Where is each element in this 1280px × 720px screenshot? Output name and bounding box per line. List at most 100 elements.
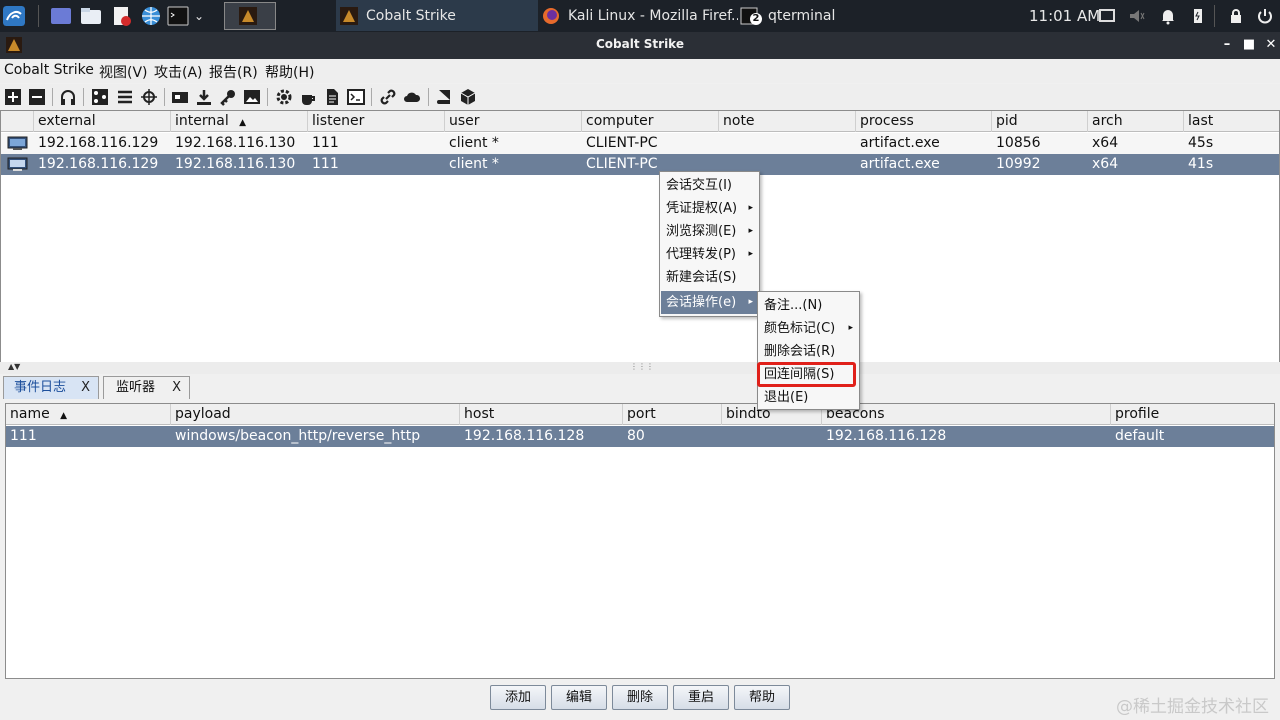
text-editor-launcher[interactable] <box>110 0 132 32</box>
menu-item-label: 凭证提权(A) <box>666 201 738 216</box>
volume-muted-icon[interactable] <box>1128 7 1146 25</box>
kali-menu-button[interactable] <box>3 0 25 32</box>
cell-internal: 192.168.116.130 <box>175 135 296 151</box>
cell-external: 192.168.116.129 <box>38 156 159 172</box>
collapse-arrows-icon[interactable]: ▲▼ <box>8 362 20 371</box>
task-cobalt-strike[interactable]: Cobalt Strike <box>336 0 538 31</box>
menu-item-explore[interactable]: 浏览探测(E) ▸ <box>661 220 758 243</box>
column-external[interactable]: external <box>34 111 171 132</box>
column-user[interactable]: user <box>445 111 582 132</box>
menu-item-remove-session[interactable]: 删除会话(R) <box>759 340 858 363</box>
add-button[interactable]: 添加 <box>490 685 546 710</box>
battery-icon[interactable] <box>1189 7 1207 25</box>
about-cube-icon[interactable] <box>459 88 477 106</box>
cell-profile: default <box>1115 428 1165 444</box>
column-arch[interactable]: arch <box>1088 111 1184 132</box>
file-manager-launcher[interactable] <box>80 0 102 32</box>
column-name[interactable]: name ▲ <box>6 404 171 425</box>
close-button[interactable]: ✕ <box>1262 36 1280 54</box>
column-note[interactable]: note <box>719 111 856 132</box>
menu-item-access[interactable]: 凭证提权(A) ▸ <box>661 197 758 220</box>
session-context-menu: 会话交互(I) 凭证提权(A) ▸ 浏览探测(E) ▸ 代理转发(P) ▸ 新建会话(… <box>659 171 760 317</box>
terminal-launcher[interactable] <box>167 0 189 32</box>
tab-listeners[interactable]: 监听器 X <box>103 376 190 399</box>
minimize-button[interactable]: – <box>1218 36 1236 54</box>
browser-launcher[interactable] <box>140 0 162 32</box>
restart-button[interactable]: 重启 <box>673 685 729 710</box>
listeners-header: name ▲ payload host port bindto beacons … <box>6 404 1274 425</box>
column-computer[interactable]: computer <box>582 111 719 132</box>
display-icon[interactable] <box>1098 7 1116 25</box>
notification-bell-icon[interactable] <box>1159 7 1177 25</box>
menu-item-color[interactable]: 颜色标记(C) ▸ <box>759 317 858 340</box>
workspace-button[interactable] <box>224 2 276 30</box>
help-book-icon[interactable] <box>435 88 453 106</box>
column-listener[interactable]: listener <box>308 111 445 132</box>
column-host[interactable]: host <box>460 404 623 425</box>
disconnect-icon[interactable] <box>28 88 46 106</box>
cloud-icon[interactable] <box>403 88 421 106</box>
menu-item-note[interactable]: 备注...(N) <box>759 294 858 317</box>
menu-reporting[interactable]: 报告(R) <box>209 62 258 82</box>
pivot-graph-icon[interactable] <box>91 88 109 106</box>
menu-cobalt-strike[interactable]: Cobalt Strike <box>4 62 94 78</box>
tray-divider <box>1214 5 1215 27</box>
menu-item-interact[interactable]: 会话交互(I) <box>661 174 758 197</box>
tab-close-icon[interactable]: X <box>172 377 181 398</box>
payload-generator-gear-icon[interactable] <box>275 88 293 106</box>
sessions-header: external internal ▲ listener user comput… <box>1 111 1279 132</box>
column-pid[interactable]: pid <box>992 111 1088 132</box>
session-row[interactable]: 192.168.116.129 192.168.116.130 111 clie… <box>1 133 1279 154</box>
session-list-icon[interactable] <box>116 88 134 106</box>
remove-button[interactable]: 删除 <box>612 685 668 710</box>
powershell-terminal-icon[interactable] <box>347 88 365 106</box>
screenshots-image-icon[interactable] <box>243 88 261 106</box>
targets-crosshair-icon[interactable] <box>140 88 158 106</box>
maximize-button[interactable]: ■ <box>1240 36 1258 54</box>
desktop-icon <box>51 8 71 24</box>
cell-host: 192.168.116.128 <box>464 428 585 444</box>
chevron-down-icon[interactable]: ⌄ <box>194 0 204 32</box>
new-connection-icon[interactable] <box>4 88 22 106</box>
show-desktop-button[interactable] <box>50 0 72 32</box>
downloads-icon[interactable] <box>195 88 213 106</box>
menu-item-spawn[interactable]: 新建会话(S) <box>661 266 758 289</box>
tab-close-icon[interactable]: X <box>81 377 90 398</box>
session-row-selected[interactable]: 192.168.116.129 192.168.116.130 111 clie… <box>1 154 1279 175</box>
splitter-grip-icon[interactable]: ⋮⋮⋮ <box>630 362 654 371</box>
window-titlebar[interactable]: Cobalt Strike – ■ ✕ <box>0 32 1280 59</box>
menu-item-pivoting[interactable]: 代理转发(P) ▸ <box>661 243 758 266</box>
listener-row-selected[interactable]: 111 windows/beacon_http/reverse_http 192… <box>6 426 1274 447</box>
icon-column-header[interactable] <box>1 111 34 132</box>
column-process[interactable]: process <box>856 111 992 132</box>
credentials-icon[interactable] <box>171 88 189 106</box>
listeners-headphones-icon[interactable] <box>59 88 77 106</box>
help-button[interactable]: 帮助 <box>734 685 790 710</box>
clock[interactable]: 11:01 AM <box>1029 0 1100 32</box>
cell-port: 80 <box>627 428 645 444</box>
ms-office-macro-document-icon[interactable] <box>323 88 341 106</box>
menu-item-exit[interactable]: 退出(E) <box>759 386 858 409</box>
menu-item-session[interactable]: 会话操作(e) ▸ <box>661 291 758 314</box>
column-last[interactable]: last <box>1184 111 1279 132</box>
edit-button[interactable]: 编辑 <box>551 685 607 710</box>
menu-help[interactable]: 帮助(H) <box>265 62 314 82</box>
menu-attacks[interactable]: 攻击(A) <box>154 62 203 82</box>
column-port[interactable]: port <box>623 404 722 425</box>
java-signed-applet-coffee-icon[interactable] <box>299 88 317 106</box>
task-qterminal[interactable]: 2 qterminal <box>738 0 858 31</box>
column-payload[interactable]: payload <box>171 404 460 425</box>
power-icon[interactable] <box>1256 7 1274 25</box>
task-firefox[interactable]: Kali Linux - Mozilla Firef... <box>538 0 738 31</box>
menu-view[interactable]: 视图(V) <box>99 62 148 82</box>
keystrokes-key-icon[interactable] <box>219 88 237 106</box>
link-icon[interactable] <box>379 88 397 106</box>
column-beacons[interactable]: beacons <box>822 404 1111 425</box>
tab-event-log[interactable]: 事件日志 X <box>3 376 99 399</box>
pane-splitter[interactable]: ▲▼ ⋮⋮⋮ <box>0 362 1280 374</box>
cell-last: 41s <box>1188 156 1214 172</box>
lock-icon[interactable] <box>1227 7 1245 25</box>
column-internal[interactable]: internal ▲ <box>171 111 308 132</box>
cell-name: 111 <box>10 428 37 444</box>
column-profile[interactable]: profile <box>1111 404 1274 425</box>
